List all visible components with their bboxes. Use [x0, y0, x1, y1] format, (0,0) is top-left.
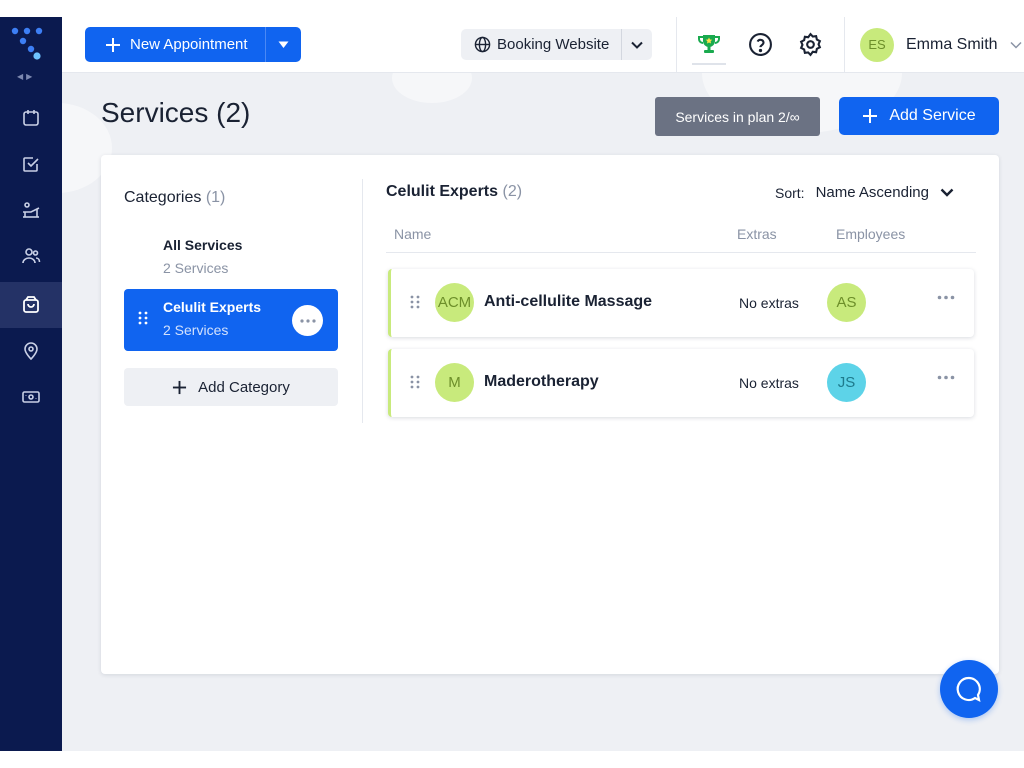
sidebar-item-finance[interactable]: [0, 374, 62, 420]
app-frame: ◀▶ New Appointment Booking Website ES Em…: [0, 17, 1024, 751]
new-appointment-label: New Appointment: [130, 36, 248, 53]
trophy-icon: [698, 35, 720, 53]
drag-handle-icon[interactable]: [138, 311, 148, 325]
category-name: Celulit Experts: [163, 299, 262, 315]
category-item-celulit-experts[interactable]: Celulit Experts 2 Services: [124, 289, 338, 351]
sidebar-item-customers[interactable]: [0, 233, 62, 279]
column-header-name: Name: [394, 226, 432, 242]
service-extras: No extras: [739, 375, 799, 391]
chevron-down-icon: [631, 41, 643, 49]
service-row[interactable]: ACM Anti-cellulite Massage No extras AS: [388, 269, 974, 337]
new-appointment-dropdown[interactable]: [266, 27, 301, 62]
category-name: All Services: [163, 237, 243, 253]
app-logo[interactable]: [10, 26, 44, 60]
sort-control[interactable]: Sort: Name Ascending: [775, 184, 954, 201]
add-service-button[interactable]: Add Service: [839, 97, 999, 135]
add-service-label: Add Service: [889, 107, 976, 124]
calendar-icon: [23, 110, 39, 126]
sidebar-item-locations[interactable]: [0, 328, 62, 374]
bed-icon: [23, 202, 40, 218]
location-pin-icon: [24, 342, 38, 361]
plus-icon: [863, 109, 878, 123]
page-title: Services (2): [101, 97, 251, 128]
new-appointment-button-group: New Appointment: [85, 27, 301, 62]
trophy-underline: [692, 63, 726, 65]
sort-value: Name Ascending: [815, 184, 929, 201]
settings-button[interactable]: [797, 31, 823, 57]
more-horizontal-icon[interactable]: [937, 295, 955, 300]
check-square-icon: [23, 157, 39, 172]
user-avatar: ES: [860, 27, 894, 62]
sidebar-item-appointments[interactable]: [0, 141, 62, 187]
services-plan-badge: Services in plan 2/∞: [655, 97, 820, 136]
chat-support-button[interactable]: [940, 660, 998, 718]
users-icon: [22, 248, 41, 264]
categories-count: (1): [205, 189, 226, 206]
service-avatar: M: [435, 363, 474, 402]
money-icon: [22, 391, 40, 403]
sidebar-item-services[interactable]: [0, 282, 62, 328]
service-name: Anti-cellulite Massage: [484, 293, 653, 310]
category-item-all-services[interactable]: All Services 2 Services: [124, 227, 338, 289]
plus-icon: [106, 37, 120, 52]
services-list-count: (2): [502, 183, 523, 200]
gear-icon: [799, 31, 821, 57]
sidebar: ◀▶: [0, 17, 62, 751]
more-horizontal-icon[interactable]: [937, 375, 955, 380]
category-count: 2 Services: [163, 322, 229, 338]
sort-label: Sort:: [775, 184, 805, 201]
drag-handle-icon[interactable]: [410, 375, 420, 389]
service-name: Maderotherapy: [484, 373, 599, 390]
drag-handle-icon[interactable]: [410, 295, 420, 309]
booking-website-dropdown[interactable]: [622, 41, 652, 49]
new-appointment-button[interactable]: New Appointment: [85, 27, 266, 62]
categories-title: Categories: [124, 189, 202, 206]
services-card: Categories (1) All Services 2 Services C…: [101, 155, 999, 674]
categories-heading: Categories (1): [124, 189, 225, 207]
employee-avatar: AS: [827, 283, 866, 322]
trophy-button[interactable]: [696, 31, 722, 57]
add-category-button[interactable]: Add Category: [124, 368, 338, 406]
booking-website-button-group: Booking Website: [461, 29, 652, 60]
caret-down-icon: [278, 41, 289, 48]
globe-icon: [474, 36, 491, 53]
chat-bubble-icon: [956, 676, 981, 702]
service-avatar: ACM: [435, 283, 474, 322]
column-divider: [362, 179, 363, 423]
collapse-sidebar-icon[interactable]: ◀▶: [17, 72, 35, 81]
user-name: Emma Smith: [906, 35, 998, 53]
services-list-title: Celulit Experts: [386, 183, 499, 200]
add-category-label: Add Category: [198, 378, 290, 396]
column-header-extras: Extras: [737, 226, 777, 242]
services-list-heading: Celulit Experts (2): [386, 183, 522, 201]
service-row[interactable]: M Maderotherapy No extras JS: [388, 349, 974, 417]
plus-icon: [173, 380, 187, 394]
chevron-down-icon: [940, 188, 954, 197]
top-bar: New Appointment Booking Website ES Emma …: [62, 17, 1024, 73]
background-decoration: [392, 73, 472, 103]
service-extras: No extras: [739, 295, 799, 311]
booking-website-button[interactable]: Booking Website: [461, 29, 622, 60]
employee-avatar: JS: [827, 363, 866, 402]
column-header-employees: Employees: [836, 226, 906, 242]
category-more-button[interactable]: [292, 305, 323, 336]
help-circle-icon: [748, 32, 772, 56]
shopping-bag-icon: [23, 296, 39, 313]
sidebar-item-calendar[interactable]: [0, 95, 62, 141]
divider: [676, 17, 677, 73]
user-menu[interactable]: ES Emma Smith: [860, 27, 1022, 62]
help-button[interactable]: [747, 31, 773, 57]
services-table-header: Name Extras Employees: [386, 223, 976, 253]
main-content: Services (2) Services in plan 2/∞ Add Se…: [62, 73, 1024, 751]
booking-website-label: Booking Website: [497, 36, 610, 53]
category-count: 2 Services: [163, 260, 229, 276]
more-horizontal-icon: [299, 318, 316, 323]
divider: [844, 17, 845, 73]
chevron-down-icon: [1010, 41, 1022, 49]
sidebar-item-resources[interactable]: [0, 187, 62, 233]
